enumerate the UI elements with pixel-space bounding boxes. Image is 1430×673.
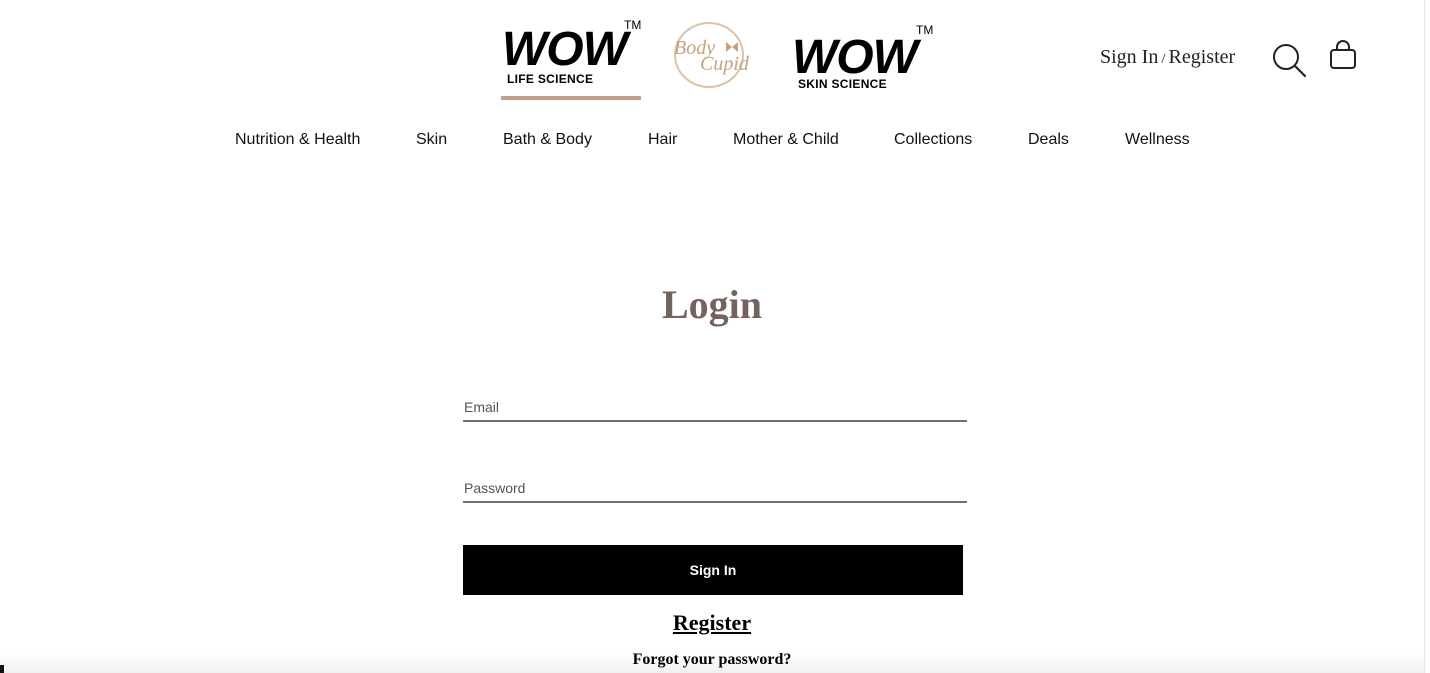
body-cupid-line2: Cupid [700,53,749,75]
shopping-bag-icon [1330,40,1356,69]
account-links: Sign In / Register [1100,46,1235,69]
wow-wordmark: WOW [502,23,628,76]
email-field-wrapper [463,382,967,422]
password-field-wrapper [463,463,967,503]
page-title: Login [661,282,763,327]
nav-item-skin[interactable]: Skin [416,131,447,149]
nav-item-hair[interactable]: Hair [648,131,677,149]
brand-body-cupid-logo[interactable]: Body Cupid [674,22,750,92]
search-icon [1273,44,1307,78]
nav-item-collections[interactable]: Collections [894,131,972,149]
wow-wordmark: WOW [792,31,918,84]
brand-subtitle: SKIN SCIENCE [798,77,887,91]
page-scrollbar[interactable] [1424,0,1430,673]
sign-in-link[interactable]: Sign In [1100,46,1158,68]
nav-item-wellness[interactable]: Wellness [1125,131,1190,149]
brand-subtitle: LIFE SCIENCE [507,72,594,86]
register-link[interactable]: Register [673,610,751,635]
register-header-link[interactable]: Register [1169,46,1236,68]
active-brand-indicator [501,96,641,100]
trademark-symbol: TM [916,23,934,37]
password-field[interactable] [463,463,967,501]
window-corner [0,665,4,673]
main-navigation: Nutrition & Health Skin Bath & Body Hair… [0,131,1424,153]
nav-item-nutrition-health[interactable]: Nutrition & Health [235,131,360,149]
bow-icon [726,42,738,52]
brand-switcher: WOW TM LIFE SCIENCE Body Cupid WOW TM SK… [500,16,940,104]
forgot-password-link[interactable]: Forgot your password? [633,651,792,668]
register-link-row: Register [0,610,1424,636]
sign-in-button[interactable]: Sign In [463,545,963,595]
search-button[interactable] [1271,42,1307,78]
cart-button[interactable] [1328,40,1358,72]
nav-item-bath-body[interactable]: Bath & Body [503,131,592,149]
forgot-password-row: Forgot your password? [0,651,1424,669]
trademark-symbol: TM [624,18,642,32]
email-field[interactable] [463,382,967,420]
brand-wow-skin-science-logo[interactable]: WOW TM SKIN SCIENCE [790,22,938,94]
link-separator: / [1161,51,1166,67]
nav-item-mother-child[interactable]: Mother & Child [733,131,839,149]
brand-wow-life-science-logo[interactable]: WOW TM LIFE SCIENCE [500,16,642,102]
nav-item-deals[interactable]: Deals [1028,131,1069,149]
